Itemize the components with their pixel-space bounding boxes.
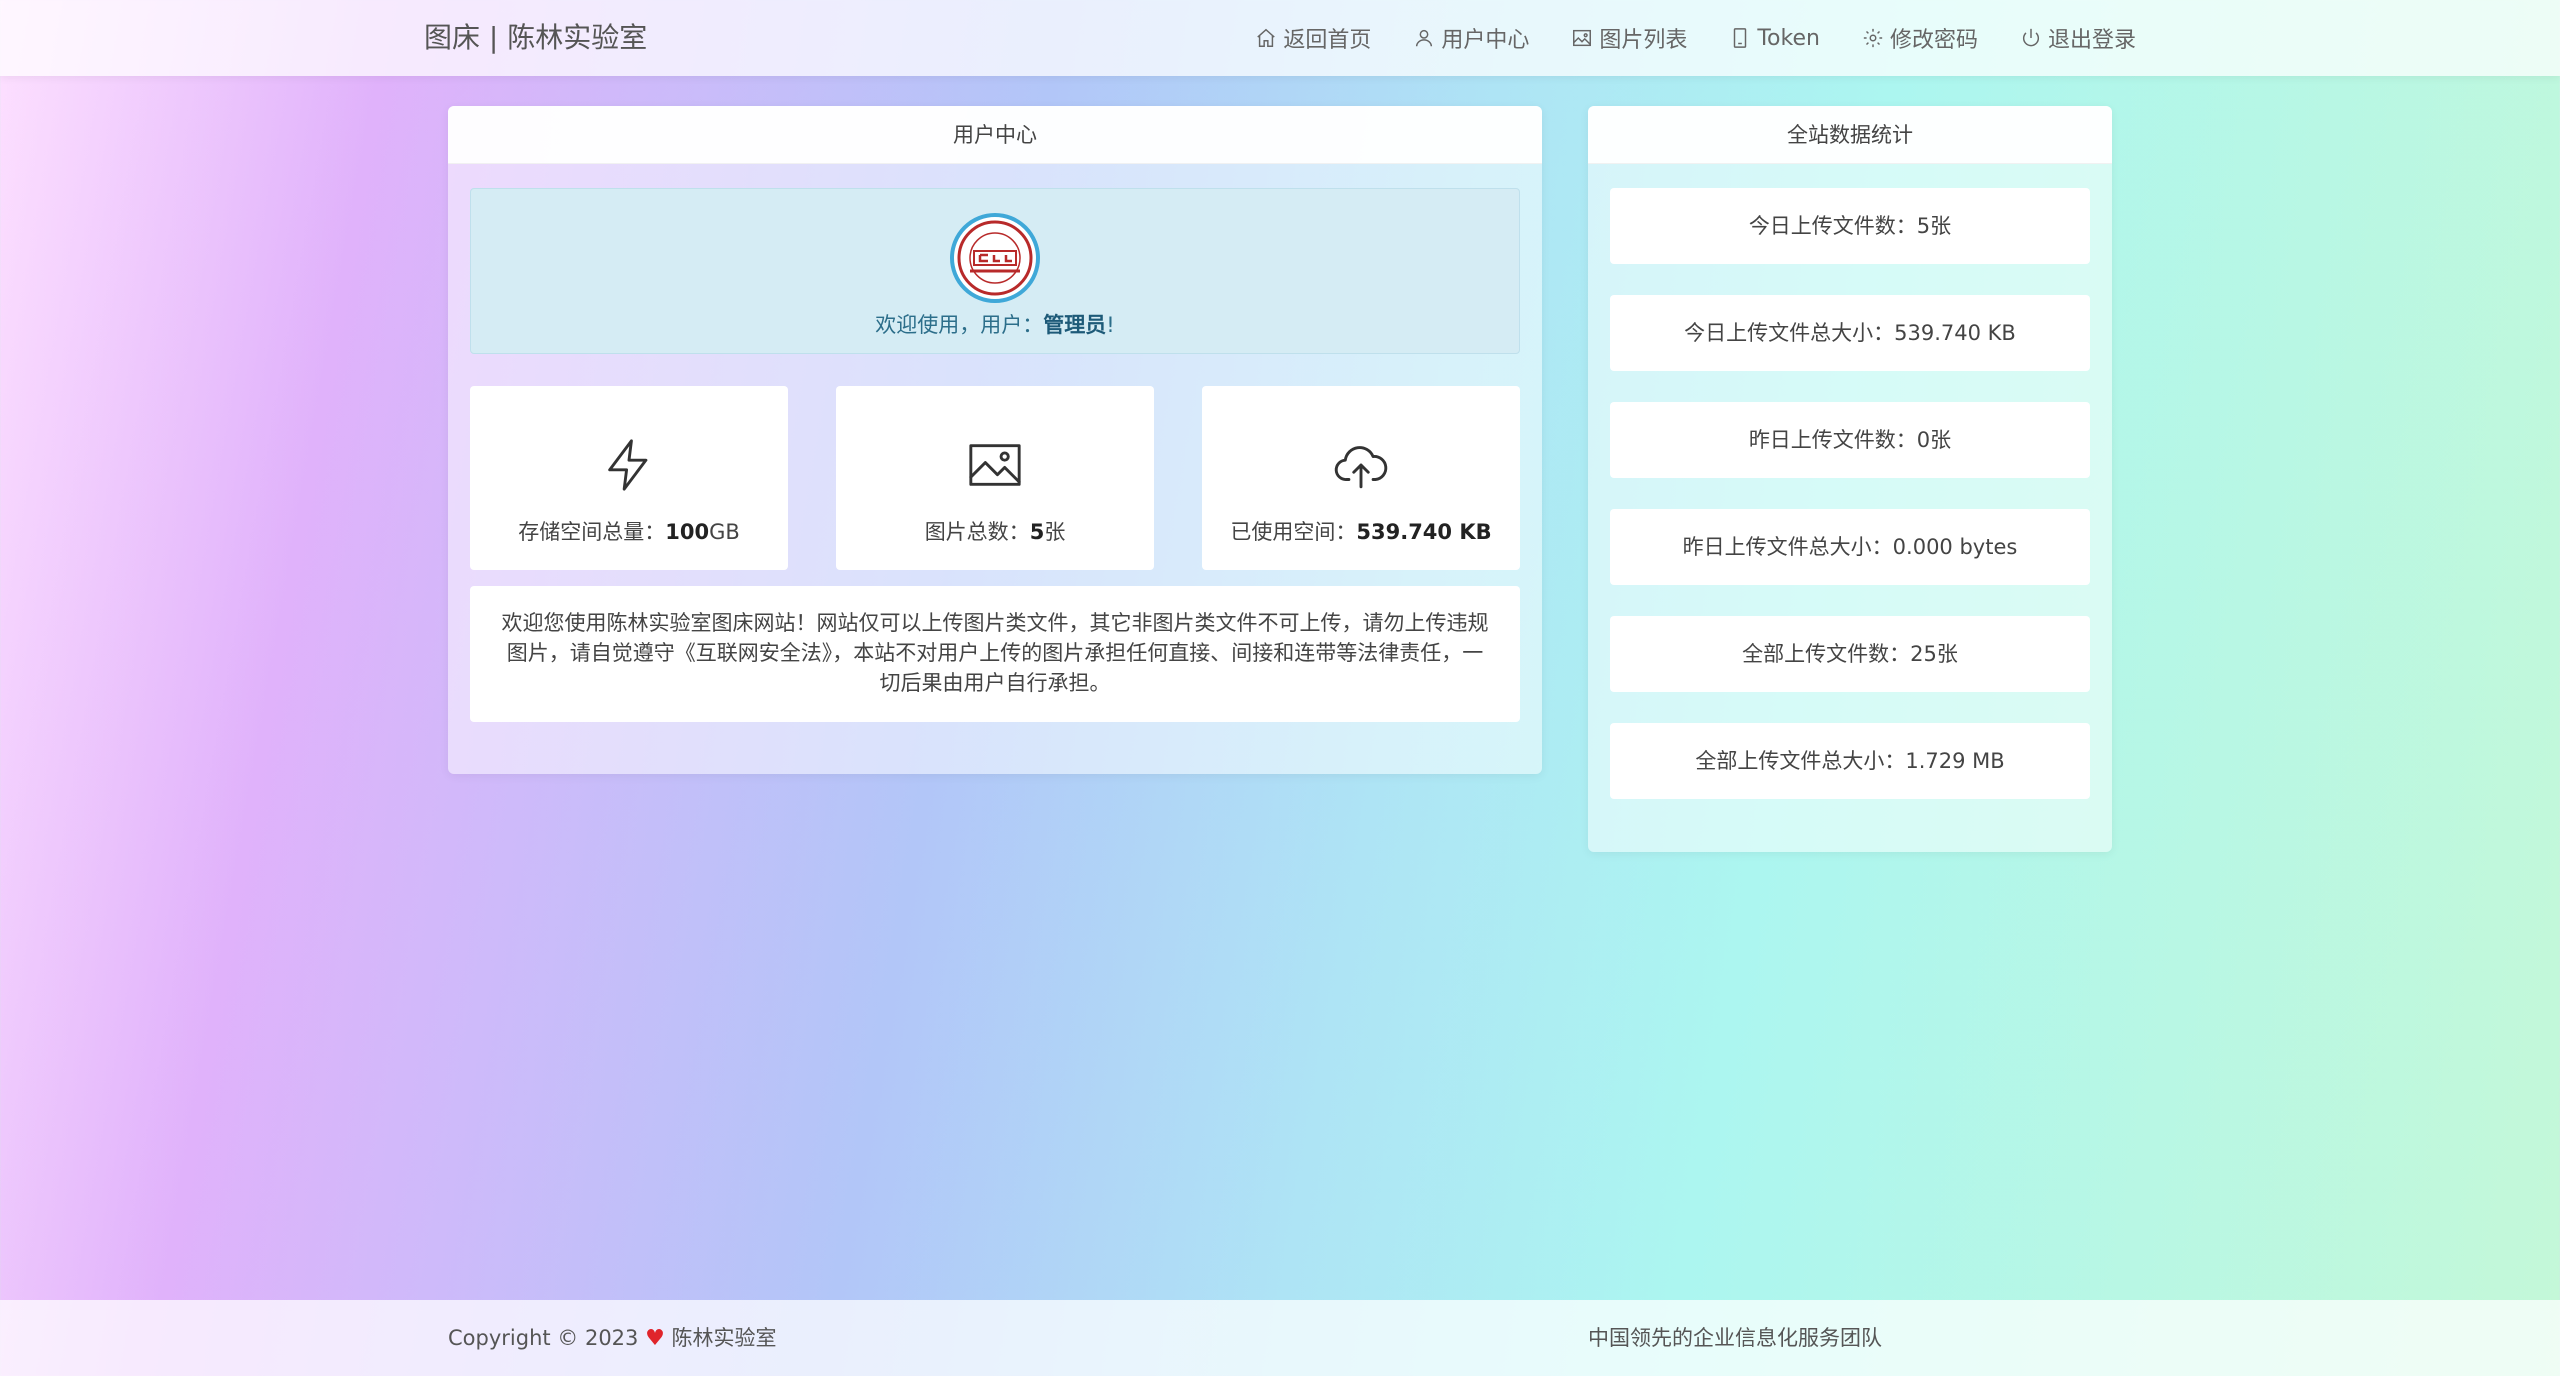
nav-image-list-label: 图片列表 xyxy=(1599,28,1688,53)
username: 管理员 xyxy=(1043,313,1107,337)
storage-total-unit: GB xyxy=(709,520,740,544)
nav-home-label: 返回首页 xyxy=(1283,28,1372,53)
copyright: Copyright © 2023 ♥ 陈林实验室 xyxy=(448,1300,777,1376)
user-icon xyxy=(1416,29,1433,47)
copyright-text: Copyright © 2023 xyxy=(448,1326,639,1350)
home-icon xyxy=(1257,28,1276,47)
storage-total-label: 存储空间总量：100GB xyxy=(470,516,788,546)
nav-logout-label: 退出登录 xyxy=(2047,28,2136,53)
image-icon xyxy=(969,444,1021,486)
heart-icon: ♥ xyxy=(645,1326,665,1351)
nav-change-password[interactable]: 修改密码 xyxy=(1862,22,1978,54)
used-space-text: 已使用空间： xyxy=(1230,520,1357,544)
nav-logout[interactable]: 退出登录 xyxy=(2020,22,2136,54)
user-center-card: 用户中心 欢迎使用，用户：管理员! 存储空间总量：100GB 图片总数：5张 已… xyxy=(448,106,1542,774)
site-brand[interactable]: 图床 | 陈林实验室 xyxy=(424,0,647,76)
nav-image-list[interactable]: 图片列表 xyxy=(1571,22,1687,54)
avatar xyxy=(950,213,1040,303)
power-icon xyxy=(2022,28,2040,47)
page-footer: Copyright © 2023 ♥ 陈林实验室 中国领先的企业信息化服务团队 xyxy=(0,1300,2560,1376)
footer-slogan: 中国领先的企业信息化服务团队 xyxy=(1588,1326,1882,1350)
stat-yesterday-size: 昨日上传文件总大小：0.000 bytes xyxy=(1610,509,2090,585)
nav-home[interactable]: 返回首页 xyxy=(1255,22,1371,54)
upload-notice: 欢迎您使用陈林实验室图床网站！网站仅可以上传图片类文件，其它非图片类文件不可上传… xyxy=(470,586,1520,722)
main-nav: 返回首页 用户中心 图片列表 Token 修改密码 退出登录 xyxy=(1255,0,2136,76)
image-count-label: 图片总数：5张 xyxy=(836,516,1154,546)
storage-total-value: 100 xyxy=(665,520,710,544)
nav-change-password-label: 修改密码 xyxy=(1889,28,1978,53)
nav-user-center[interactable]: 用户中心 xyxy=(1413,22,1529,54)
stat-total-count: 全部上传文件数：25张 xyxy=(1610,616,2090,692)
image-icon xyxy=(1573,29,1592,47)
site-stats-card: 全站数据统计 今日上传文件数：5张 今日上传文件总大小：539.740 KB 昨… xyxy=(1588,106,2112,852)
gear-icon xyxy=(1863,28,1883,48)
welcome-prefix: 欢迎使用，用户： xyxy=(875,313,1044,337)
stat-yesterday-count: 昨日上传文件数：0张 xyxy=(1610,402,2090,478)
stat-today-size: 今日上传文件总大小：539.740 KB xyxy=(1610,295,2090,371)
nav-user-center-label: 用户中心 xyxy=(1441,28,1530,53)
storage-total-text: 存储空间总量： xyxy=(518,520,666,544)
top-navbar: 图床 | 陈林实验室 返回首页 用户中心 图片列表 Token 修改密码 退出登… xyxy=(0,0,2560,76)
user-center-title: 用户中心 xyxy=(448,106,1542,164)
welcome-message: 欢迎使用，用户：管理员! xyxy=(471,309,1519,339)
storage-total-box: 存储空间总量：100GB xyxy=(470,386,788,570)
cloud-upload-icon xyxy=(1334,446,1388,489)
welcome-suffix: ! xyxy=(1106,313,1115,337)
image-count-box: 图片总数：5张 xyxy=(836,386,1154,570)
welcome-panel: 欢迎使用，用户：管理员! xyxy=(470,188,1520,354)
stat-total-size: 全部上传文件总大小：1.729 MB xyxy=(1610,723,2090,799)
image-count-value: 5 xyxy=(1029,520,1045,544)
phone-icon xyxy=(1734,28,1747,48)
stat-today-count: 今日上传文件数：5张 xyxy=(1610,188,2090,264)
image-count-text: 图片总数： xyxy=(924,520,1030,544)
used-space-value: 539.740 KB xyxy=(1356,520,1492,544)
site-stats-title: 全站数据统计 xyxy=(1588,106,2112,164)
image-count-unit: 张 xyxy=(1044,520,1066,544)
used-space-box: 已使用空间：539.740 KB xyxy=(1202,386,1520,570)
copyright-owner[interactable]: 陈林实验室 xyxy=(672,1326,777,1350)
used-space-label: 已使用空间：539.740 KB xyxy=(1202,516,1520,546)
nav-token[interactable]: Token xyxy=(1729,26,1820,51)
nav-token-label: Token xyxy=(1757,25,1820,51)
lightning-icon xyxy=(608,439,648,491)
